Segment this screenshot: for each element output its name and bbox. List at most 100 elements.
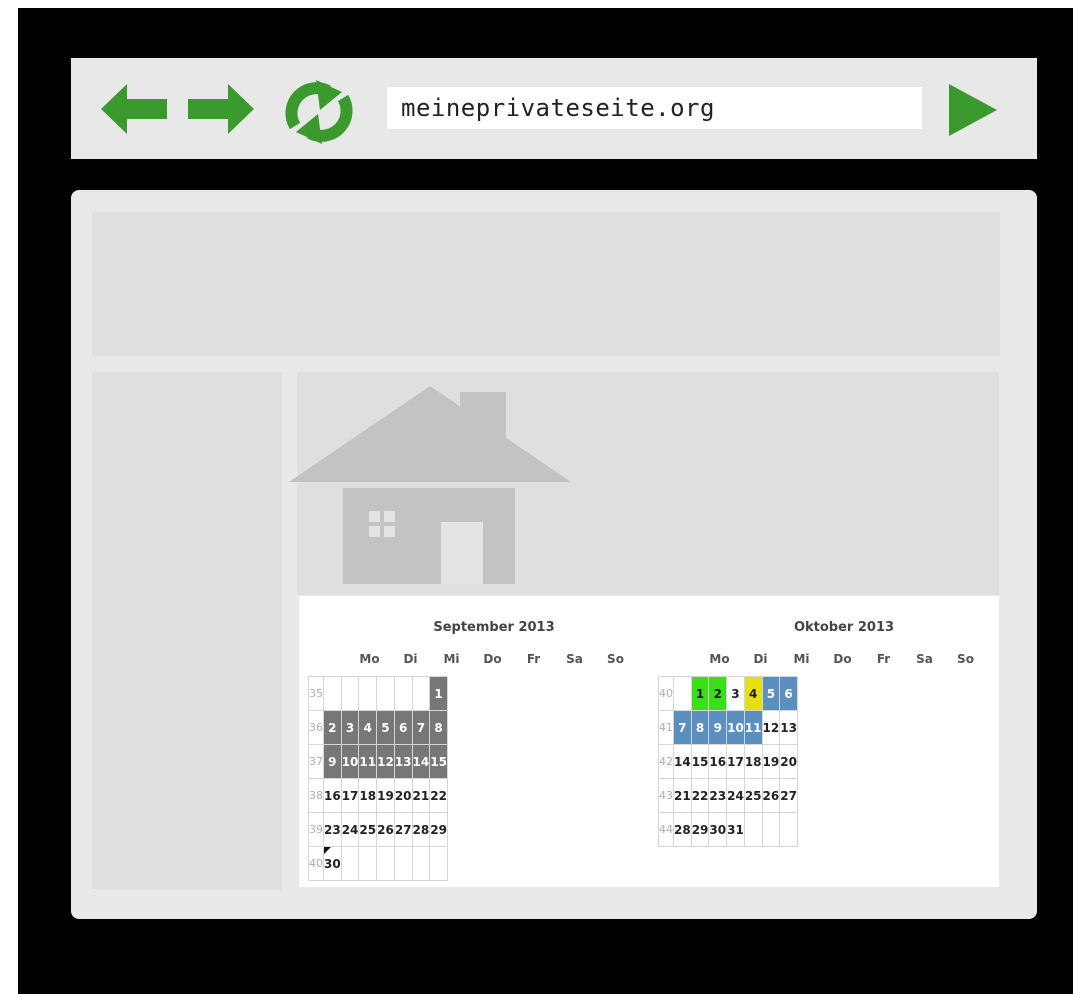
calendar-day[interactable]: 28	[411, 812, 431, 847]
calendar-day[interactable]: 15	[429, 744, 448, 779]
calendar-week-row: 40 1 2 3 4 5 6	[658, 676, 798, 711]
calendar-day[interactable]: 17	[726, 744, 745, 779]
house-icon	[289, 386, 571, 584]
calendar-empty-cell	[376, 846, 395, 881]
calendar-day[interactable]: 9	[708, 710, 728, 745]
reload-icon[interactable]	[282, 78, 356, 146]
calendar-day[interactable]: 26	[376, 812, 395, 847]
calendar-day[interactable]: 20	[393, 778, 413, 813]
calendar-day[interactable]: 30	[708, 812, 728, 847]
calendar-day[interactable]: 21	[673, 778, 692, 813]
calendar-day[interactable]: 22	[429, 778, 448, 813]
calendar-day[interactable]: 25	[358, 812, 378, 847]
calendar-day[interactable]: 30	[323, 846, 342, 881]
calendar-day[interactable]: 29	[429, 812, 448, 847]
weekday-label: Sa	[566, 652, 583, 666]
calendar-week-row: 40 30	[308, 846, 448, 881]
calendar-month-title: September 2013	[433, 620, 555, 635]
calendar-empty-cell	[411, 676, 431, 711]
week-number: 38	[308, 778, 324, 813]
calendar-day[interactable]: 5	[376, 710, 395, 745]
week-number: 39	[308, 812, 324, 847]
calendar-day[interactable]: 23	[323, 812, 342, 847]
calendar-day[interactable]: 15	[690, 744, 710, 779]
calendar-day[interactable]: 28	[673, 812, 692, 847]
calendar-day[interactable]: 6	[779, 676, 798, 711]
calendar-day[interactable]: 10	[340, 744, 360, 779]
calendar-day[interactable]: 8	[429, 710, 448, 745]
calendar-day[interactable]: 17	[340, 778, 360, 813]
calendar-day[interactable]: 4	[743, 676, 763, 711]
calendar-empty-cell	[429, 846, 448, 881]
calendar-empty-cell	[340, 846, 360, 881]
calendar-empty-cell	[376, 676, 395, 711]
calendar-day[interactable]: 1	[690, 676, 710, 711]
calendar-day[interactable]: 12	[761, 710, 781, 745]
calendar-day[interactable]: 21	[411, 778, 431, 813]
calendar-day[interactable]: 5	[761, 676, 781, 711]
back-arrow-icon[interactable]	[101, 84, 167, 134]
calendar-day[interactable]: 16	[708, 744, 728, 779]
calendar-day[interactable]: 31	[726, 812, 745, 847]
calendar-day[interactable]: 7	[673, 710, 692, 745]
calendar-day[interactable]: 7	[411, 710, 431, 745]
calendar-day[interactable]: 9	[323, 744, 342, 779]
calendar-day[interactable]: 26	[761, 778, 781, 813]
calendar-day[interactable]: 2	[708, 676, 728, 711]
calendar-week-row: 38 16 17 18 19 20 21 22	[308, 778, 448, 813]
weekday-label: Mo	[709, 652, 730, 666]
calendar-day[interactable]: 13	[779, 710, 798, 745]
calendar-day[interactable]: 11	[743, 710, 763, 745]
calendar-day[interactable]: 3	[726, 676, 745, 711]
calendar-day[interactable]: 24	[726, 778, 745, 813]
calendar-day[interactable]: 14	[411, 744, 431, 779]
calendar-week-row: 36 2 3 4 5 6 7 8	[308, 710, 448, 745]
weekday-label: Mi	[443, 652, 460, 666]
calendar-day[interactable]: 25	[743, 778, 763, 813]
calendar-day[interactable]: 23	[708, 778, 728, 813]
calendar-day[interactable]: 22	[690, 778, 710, 813]
week-number: 42	[658, 744, 674, 779]
calendar-week-row: 41 7 8 9 10 11 12 13	[658, 710, 798, 745]
weekday-label: Fr	[526, 652, 541, 666]
weekday-label: Do	[483, 652, 502, 666]
calendar-empty-cell	[411, 846, 431, 881]
calendar-day[interactable]: 1	[429, 676, 448, 711]
calendar-day[interactable]: 12	[376, 744, 395, 779]
calendar-day[interactable]: 11	[358, 744, 378, 779]
calendar-day[interactable]: 10	[726, 710, 745, 745]
calendar-day[interactable]: 18	[743, 744, 763, 779]
weekday-label: So	[607, 652, 624, 666]
weekday-label: Mi	[793, 652, 810, 666]
calendar-empty-cell	[358, 846, 378, 881]
calendar-day[interactable]: 8	[690, 710, 710, 745]
week-number: 35	[308, 676, 324, 711]
calendar-day[interactable]: 4	[358, 710, 378, 745]
calendar-day[interactable]: 19	[376, 778, 395, 813]
calendar-grid: 35 1 36 2 3 4 5 6 7 8 37 9 10 11 12 13 14 15 38 16 17 18 19 20 2…	[308, 676, 448, 881]
calendar-day[interactable]: 20	[779, 744, 798, 779]
calendar-day[interactable]: 6	[393, 710, 413, 745]
calendar-day[interactable]: 13	[393, 744, 413, 779]
address-bar[interactable]: meineprivateseite.org	[387, 87, 922, 129]
calendar-day[interactable]: 18	[358, 778, 378, 813]
go-icon[interactable]	[949, 84, 997, 136]
weekday-label: Di	[403, 652, 418, 666]
calendar-empty-cell	[673, 676, 692, 711]
calendar-day[interactable]: 27	[779, 778, 798, 813]
calendar-day[interactable]: 16	[323, 778, 342, 813]
calendar-empty-cell	[323, 676, 342, 711]
calendar-empty-cell	[761, 812, 781, 847]
calendar-empty-cell	[393, 846, 413, 881]
calendar-day[interactable]: 2	[323, 710, 342, 745]
week-number: 40	[658, 676, 674, 711]
calendar-day[interactable]: 19	[761, 744, 781, 779]
calendar-day[interactable]: 29	[690, 812, 710, 847]
calendar-day[interactable]: 14	[673, 744, 692, 779]
weekday-label: Mo	[359, 652, 380, 666]
calendar-day[interactable]: 3	[340, 710, 360, 745]
forward-arrow-icon[interactable]	[188, 84, 254, 134]
week-number: 44	[658, 812, 674, 847]
calendar-day[interactable]: 27	[393, 812, 413, 847]
calendar-day[interactable]: 24	[340, 812, 360, 847]
